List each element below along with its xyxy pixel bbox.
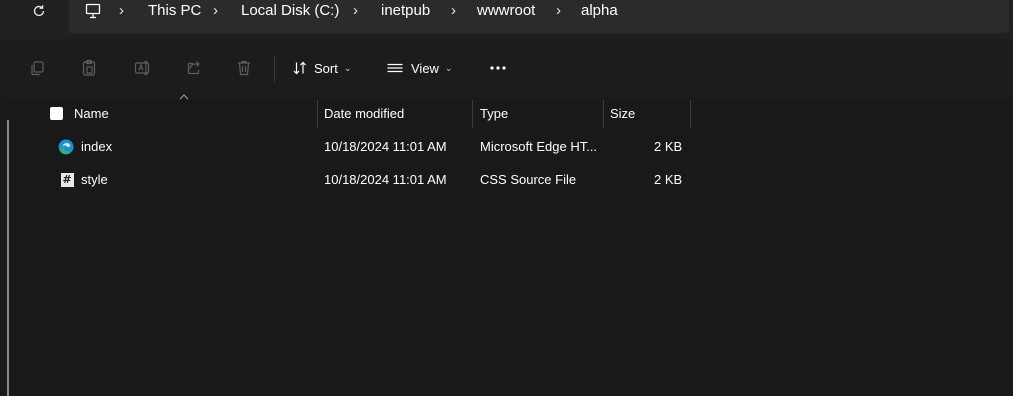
column-header-size[interactable]: Size bbox=[610, 100, 635, 128]
breadcrumb-separator: › bbox=[213, 2, 218, 19]
sort-icon bbox=[293, 61, 306, 75]
trash-icon bbox=[238, 60, 250, 76]
column-separator[interactable] bbox=[472, 100, 473, 128]
this-pc-icon[interactable] bbox=[83, 1, 103, 21]
breadcrumb-separator: › bbox=[353, 2, 358, 19]
paste-button[interactable] bbox=[79, 58, 99, 78]
file-date: 10/18/2024 11:01 AM bbox=[324, 139, 447, 154]
refresh-button[interactable] bbox=[26, 0, 52, 22]
file-size: 2 KB bbox=[654, 139, 683, 154]
css-file-icon: # bbox=[60, 173, 74, 187]
file-row[interactable]: index 10/18/2024 11:01 AM Microsoft Edge… bbox=[10, 132, 1013, 162]
column-header-date-modified[interactable]: Date modified bbox=[324, 100, 404, 128]
rename-button[interactable] bbox=[133, 58, 153, 78]
sort-label: Sort bbox=[314, 60, 338, 76]
sort-button[interactable]: Sort ⌄ bbox=[292, 57, 351, 79]
address-bar[interactable] bbox=[69, 0, 1009, 33]
paste-icon bbox=[82, 59, 96, 76]
breadcrumb-separator: › bbox=[119, 2, 124, 19]
breadcrumb-separator: › bbox=[556, 2, 561, 19]
file-date: 10/18/2024 11:01 AM bbox=[324, 172, 447, 187]
more-options-button[interactable] bbox=[488, 58, 508, 78]
pane-splitter[interactable] bbox=[7, 120, 9, 396]
column-separator[interactable] bbox=[690, 100, 691, 128]
column-separator[interactable] bbox=[603, 100, 604, 128]
breadcrumb-inetpub[interactable]: inetpub bbox=[381, 0, 430, 22]
file-name: index bbox=[81, 139, 113, 154]
file-explorer-window: › This PC › Local Disk (C:) › inetpub › … bbox=[0, 0, 1013, 396]
chevron-down-icon: ⌄ bbox=[343, 62, 352, 73]
file-type: Microsoft Edge HT... bbox=[480, 139, 598, 154]
delete-button[interactable] bbox=[234, 58, 254, 78]
rename-icon bbox=[134, 60, 150, 76]
column-header-name[interactable]: Name bbox=[74, 100, 109, 128]
file-type: CSS Source File bbox=[480, 172, 577, 187]
more-icon bbox=[490, 66, 506, 70]
share-icon bbox=[187, 61, 200, 75]
file-size: 2 KB bbox=[654, 172, 683, 187]
breadcrumb-separator: › bbox=[451, 2, 456, 19]
breadcrumb-this-pc[interactable]: This PC bbox=[148, 0, 201, 22]
view-icon bbox=[387, 63, 403, 73]
file-name: style bbox=[81, 172, 108, 187]
sort-ascending-icon bbox=[177, 92, 191, 102]
edge-html-icon bbox=[58, 139, 74, 155]
refresh-icon bbox=[33, 5, 45, 17]
breadcrumb-local-disk[interactable]: Local Disk (C:) bbox=[241, 0, 339, 22]
breadcrumb-wwwroot[interactable]: wwwroot bbox=[477, 0, 535, 22]
view-button[interactable]: View ⌄ bbox=[386, 57, 453, 79]
column-separator[interactable] bbox=[317, 100, 318, 128]
copy-button[interactable] bbox=[27, 58, 47, 78]
view-label: View bbox=[411, 60, 439, 76]
breadcrumb-alpha[interactable]: alpha bbox=[581, 0, 618, 22]
file-row[interactable]: # style 10/18/2024 11:01 AM CSS Source F… bbox=[10, 165, 1013, 195]
toolbar-divider bbox=[274, 56, 275, 82]
copy-icon bbox=[31, 61, 44, 76]
column-header-type[interactable]: Type bbox=[480, 100, 508, 128]
chevron-down-icon: ⌄ bbox=[444, 62, 453, 73]
share-button[interactable] bbox=[184, 58, 204, 78]
select-all-checkbox[interactable] bbox=[50, 107, 63, 120]
